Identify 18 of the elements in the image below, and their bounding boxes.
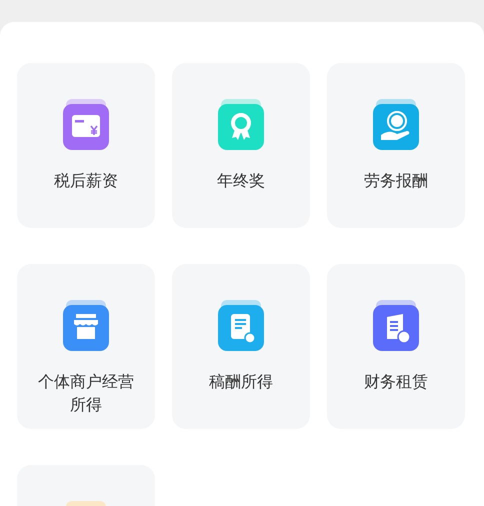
storefront-icon [62,300,110,352]
calculator-card[interactable]: 个体商户经营所得 [17,264,155,429]
card-label: 稿酬所得 [208,371,274,393]
calculator-card[interactable]: 劳务报酬 [327,63,465,228]
calculator-card[interactable]: 年终奖 [172,63,310,228]
card-label: 个体商户经营所得 [37,371,135,416]
card-label: 年终奖 [216,170,266,192]
document-icon [217,300,265,352]
calculator-card[interactable]: 财务租赁 [327,264,465,429]
award-ribbon-icon [217,99,265,151]
credit-card-icon [62,99,110,151]
building-coin-icon [372,300,420,352]
calculator-card[interactable]: 稿酬所得 [172,264,310,429]
card-label: 劳务报酬 [363,170,429,192]
card-label: 财务租赁 [363,371,429,393]
hand-coin-icon [372,99,420,151]
card-label: 税后薪资 [53,170,119,192]
calculator-card[interactable]: 税后薪资 [17,63,155,228]
